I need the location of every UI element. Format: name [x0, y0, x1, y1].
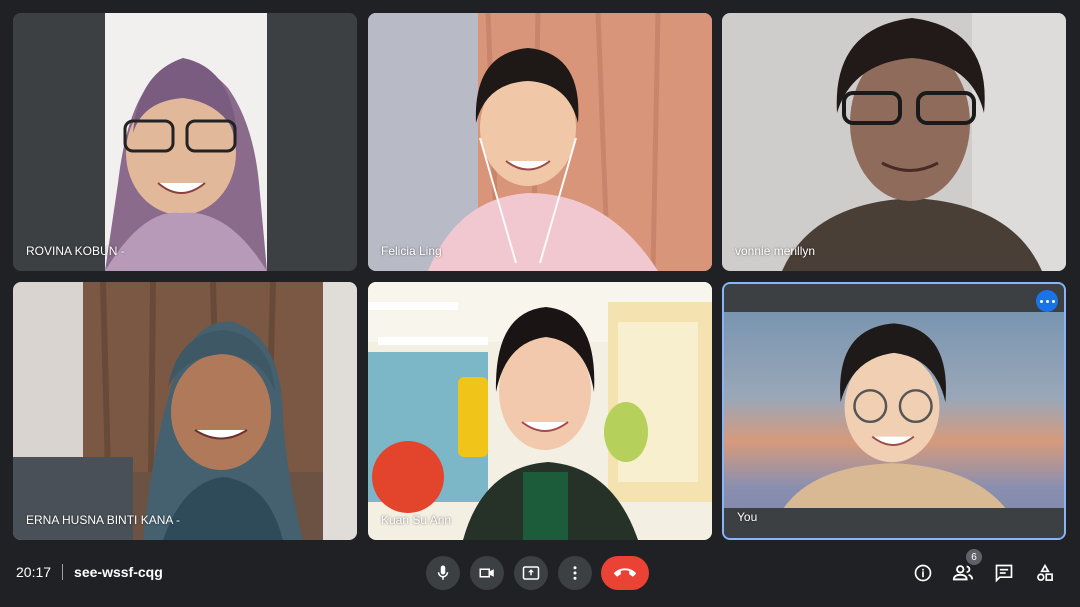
more-options-icon[interactable] [1036, 290, 1058, 312]
participant-tile-felicia[interactable]: Felicia Ling [368, 13, 712, 271]
chat-button[interactable] [991, 560, 1017, 586]
video-feed-vonnie [722, 13, 1066, 271]
meeting-time: 20:17 [16, 564, 52, 580]
participant-name: ERNA HUSNA BINTI KANA - [26, 513, 181, 527]
end-call-button[interactable] [601, 556, 649, 590]
more-options-button[interactable] [558, 556, 592, 590]
participant-tile-kuan[interactable]: Kuan Su Ann [368, 282, 712, 540]
video-feed-felicia [368, 13, 712, 271]
info-icon [914, 564, 932, 582]
meeting-details: 20:17 see-wssf-cqg [16, 564, 163, 580]
self-view-tile[interactable]: You [722, 282, 1066, 540]
chat-icon [995, 564, 1013, 583]
mic-icon [437, 565, 449, 580]
meeting-code: see-wssf-cqg [74, 564, 163, 580]
people-icon [952, 565, 974, 581]
self-video-feed [724, 284, 1064, 538]
participant-name: Felicia Ling [381, 244, 442, 258]
participant-tile-erna[interactable]: ERNA HUSNA BINTI KANA - [13, 282, 357, 540]
participant-name: vonnie merillyn [735, 244, 816, 258]
present-screen-button[interactable] [514, 556, 548, 590]
participant-tile-vonnie[interactable]: vonnie merillyn [722, 13, 1066, 271]
mic-button[interactable] [426, 556, 460, 590]
present-screen-icon [522, 566, 540, 580]
video-feed-erna [13, 282, 357, 540]
meeting-info-button[interactable] [910, 560, 936, 586]
self-view-header [724, 284, 1064, 312]
participant-tile-rovina[interactable]: ROVINA KOBUN - [13, 13, 357, 271]
video-feed-kuan [368, 282, 712, 540]
participant-name: Kuan Su Ann [381, 513, 452, 527]
camera-icon [479, 568, 494, 578]
participant-name: You [737, 510, 758, 524]
participant-name: ROVINA KOBUN - [26, 244, 125, 258]
more-vert-icon [573, 566, 577, 580]
divider [62, 564, 64, 580]
activities-button[interactable] [1032, 560, 1058, 586]
meeting-controls-bar: 20:17 see-wssf-cqg 6 [0, 548, 1080, 600]
self-view-footer [724, 508, 1064, 538]
video-feed-rovina [13, 13, 357, 271]
camera-button[interactable] [470, 556, 504, 590]
activities-icon [1037, 563, 1053, 581]
participant-count-badge: 6 [966, 549, 982, 565]
call-end-icon [614, 568, 636, 577]
